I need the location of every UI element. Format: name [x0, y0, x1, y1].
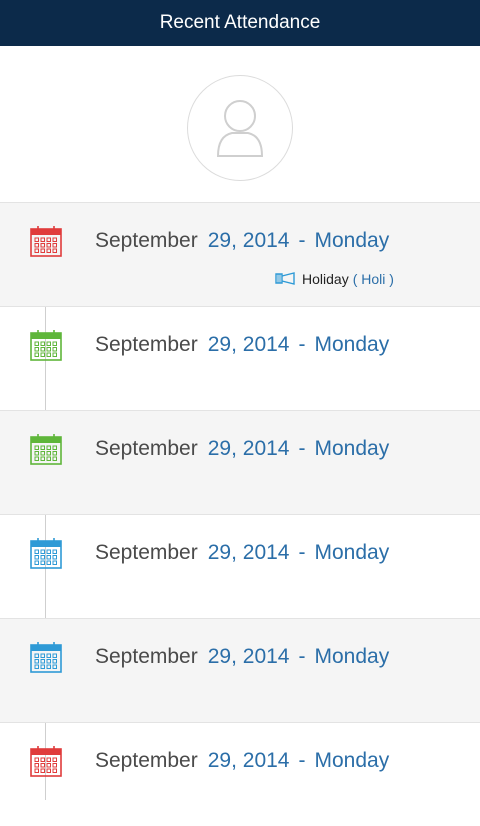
date-month: September: [95, 645, 198, 668]
attendance-row[interactable]: September 29, 2014- Monday: [0, 722, 480, 826]
calendar-icon: [30, 226, 62, 257]
page-title: Recent Attendance: [159, 12, 321, 33]
calendar-icon: [30, 642, 62, 673]
date-separator: -: [298, 229, 306, 252]
app-header: Recent Attendance: [0, 0, 480, 46]
date-month: September: [95, 541, 198, 564]
attendance-row[interactable]: September 29, 2014- Monday: [0, 306, 480, 410]
attendance-list: September 29, 2014- Monday Holiday ( Holi …: [0, 202, 480, 826]
holiday-name: ( Holi ): [352, 271, 394, 287]
calendar-icon: [30, 538, 62, 569]
attendance-row[interactable]: September 29, 2014- Monday: [0, 514, 480, 618]
date-month: September: [95, 749, 198, 772]
calendar-icon: [30, 330, 62, 361]
date-weekday: Monday: [314, 229, 390, 252]
date-weekday: Monday: [314, 437, 390, 460]
holiday-note: Holiday ( Holi ): [274, 271, 394, 287]
date-weekday: Monday: [314, 333, 390, 356]
attendance-date: September 29, 2014- Monday: [95, 437, 389, 461]
avatar[interactable]: [187, 75, 293, 181]
date-month: September: [95, 229, 198, 252]
date-month: September: [95, 437, 198, 460]
date-day: 29, 2014: [207, 437, 290, 460]
date-month: September: [95, 333, 198, 356]
date-separator: -: [298, 645, 306, 668]
attendance-date: September 29, 2014- Monday: [95, 229, 389, 253]
date-day: 29, 2014: [207, 541, 290, 564]
attendance-row[interactable]: September 29, 2014- Monday: [0, 618, 480, 722]
attendance-date: September 29, 2014- Monday: [95, 645, 389, 669]
calendar-icon: [30, 434, 62, 465]
profile-section: [0, 46, 480, 202]
date-day: 29, 2014: [207, 333, 290, 356]
attendance-date: September 29, 2014- Monday: [95, 541, 389, 565]
date-weekday: Monday: [314, 541, 390, 564]
date-day: 29, 2014: [207, 229, 290, 252]
holiday-label: Holiday: [302, 271, 349, 287]
date-day: 29, 2014: [207, 749, 290, 772]
attendance-row[interactable]: September 29, 2014- Monday Holiday ( Holi …: [0, 202, 480, 306]
date-weekday: Monday: [314, 749, 390, 772]
date-separator: -: [298, 333, 306, 356]
date-weekday: Monday: [314, 645, 390, 668]
date-separator: -: [298, 437, 306, 460]
date-separator: -: [298, 541, 306, 564]
calendar-icon: [30, 746, 62, 777]
date-day: 29, 2014: [207, 645, 290, 668]
date-separator: -: [298, 749, 306, 772]
attendance-date: September 29, 2014- Monday: [95, 749, 389, 773]
user-placeholder-icon: [216, 100, 264, 157]
holiday-icon: [275, 272, 295, 285]
attendance-date: September 29, 2014- Monday: [95, 333, 389, 357]
attendance-row[interactable]: September 29, 2014- Monday: [0, 410, 480, 514]
